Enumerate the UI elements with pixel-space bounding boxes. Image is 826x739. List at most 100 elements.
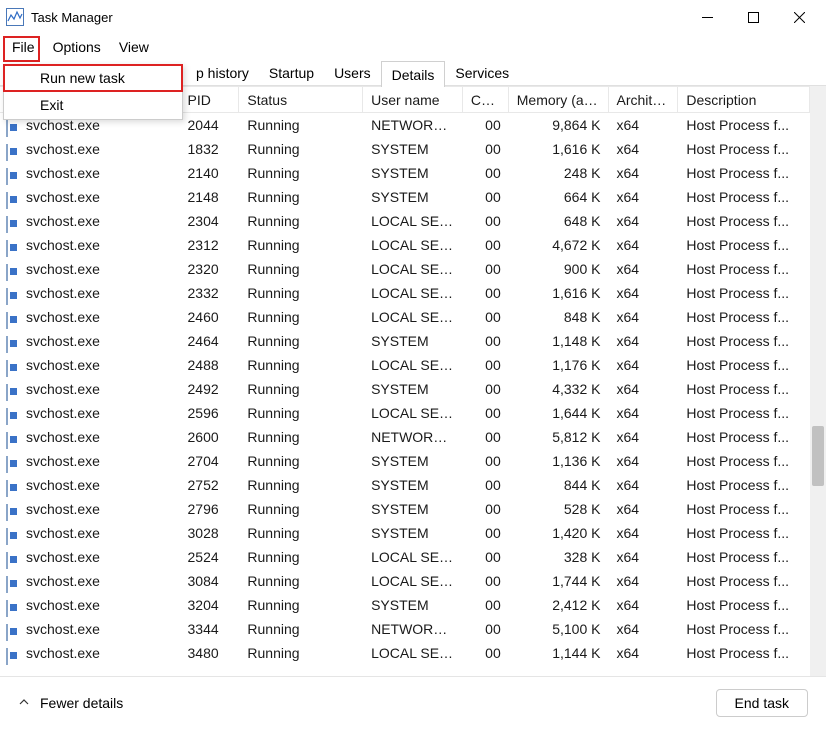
cell-status: Running <box>239 305 363 329</box>
close-button[interactable] <box>776 0 822 34</box>
table-row[interactable]: svchost.exe2332RunningLOCAL SER...001,61… <box>0 281 810 305</box>
cell-user: SYSTEM <box>363 161 463 185</box>
cell-status: Running <box>239 377 363 401</box>
cell-memory: 4,332 K <box>509 377 609 401</box>
process-name-text: svchost.exe <box>26 257 100 281</box>
table-row[interactable]: svchost.exe2600RunningNETWORK ...005,812… <box>0 425 810 449</box>
cell-name: svchost.exe <box>0 233 180 257</box>
table-row[interactable]: svchost.exe2752RunningSYSTEM00844 Kx64Ho… <box>0 473 810 497</box>
table-row[interactable]: svchost.exe2524RunningLOCAL SER...00328 … <box>0 545 810 569</box>
cell-arch: x64 <box>608 377 678 401</box>
tab-startup[interactable]: Startup <box>259 60 324 86</box>
cell-cpu: 00 <box>463 521 509 545</box>
tab-details[interactable]: Details <box>381 61 446 87</box>
col-arch[interactable]: Architec... <box>609 87 679 112</box>
table-row[interactable]: svchost.exe3084RunningLOCAL SER...001,74… <box>0 569 810 593</box>
table-row[interactable]: svchost.exe3204RunningSYSTEM002,412 Kx64… <box>0 593 810 617</box>
cell-memory: 1,144 K <box>509 641 609 665</box>
cell-desc: Host Process f... <box>678 449 810 473</box>
cell-cpu: 00 <box>463 185 509 209</box>
menubar: File Options View <box>0 34 826 60</box>
cell-user: SYSTEM <box>363 185 463 209</box>
cell-cpu: 00 <box>463 569 509 593</box>
tab-services[interactable]: Services <box>445 60 519 86</box>
fewer-details-label: Fewer details <box>40 695 123 711</box>
process-icon <box>6 453 22 469</box>
scroll-thumb[interactable] <box>812 426 824 486</box>
table-row[interactable]: svchost.exe2464RunningSYSTEM001,148 Kx64… <box>0 329 810 353</box>
cell-cpu: 00 <box>463 617 509 641</box>
cell-pid: 2704 <box>180 449 240 473</box>
process-icon <box>6 501 22 517</box>
cell-arch: x64 <box>608 233 678 257</box>
cell-desc: Host Process f... <box>678 401 810 425</box>
menu-run-new-task[interactable]: Run new task <box>4 65 182 92</box>
table-row[interactable]: svchost.exe3344RunningNETWORK ...005,100… <box>0 617 810 641</box>
cell-status: Running <box>239 281 363 305</box>
process-icon <box>6 525 22 541</box>
table-row[interactable]: svchost.exe2492RunningSYSTEM004,332 Kx64… <box>0 377 810 401</box>
table-row[interactable]: svchost.exe2488RunningLOCAL SER...001,17… <box>0 353 810 377</box>
table-row[interactable]: svchost.exe2148RunningSYSTEM00664 Kx64Ho… <box>0 185 810 209</box>
col-user[interactable]: User name <box>363 87 463 112</box>
cell-arch: x64 <box>608 617 678 641</box>
menu-exit[interactable]: Exit <box>4 92 182 119</box>
task-manager-icon <box>6 8 24 26</box>
cell-memory: 248 K <box>509 161 609 185</box>
fewer-details-toggle[interactable]: Fewer details <box>18 695 123 711</box>
process-name-text: svchost.exe <box>26 497 100 521</box>
cell-status: Running <box>239 569 363 593</box>
table-row[interactable]: svchost.exe2704RunningSYSTEM001,136 Kx64… <box>0 449 810 473</box>
table-row[interactable]: svchost.exe2304RunningLOCAL SER...00648 … <box>0 209 810 233</box>
cell-pid: 2492 <box>180 377 240 401</box>
table-row[interactable]: svchost.exe2460RunningLOCAL SER...00848 … <box>0 305 810 329</box>
cell-desc: Host Process f... <box>678 185 810 209</box>
process-name-text: svchost.exe <box>26 521 100 545</box>
table-row[interactable]: svchost.exe2596RunningLOCAL SER...001,64… <box>0 401 810 425</box>
minimize-button[interactable] <box>684 0 730 34</box>
menu-view[interactable]: View <box>110 34 158 60</box>
table-row[interactable]: svchost.exe3028RunningSYSTEM001,420 Kx64… <box>0 521 810 545</box>
col-cpu[interactable]: CPU <box>463 87 509 112</box>
cell-memory: 528 K <box>509 497 609 521</box>
cell-name: svchost.exe <box>0 305 180 329</box>
process-name-text: svchost.exe <box>26 641 100 665</box>
tab-app-history[interactable]: p history <box>186 60 259 86</box>
cell-pid: 3204 <box>180 593 240 617</box>
col-pid[interactable]: PID <box>180 87 240 112</box>
table-row[interactable]: svchost.exe2796RunningSYSTEM00528 Kx64Ho… <box>0 497 810 521</box>
cell-memory: 2,412 K <box>509 593 609 617</box>
cell-arch: x64 <box>608 113 678 137</box>
table-row[interactable]: svchost.exe2312RunningLOCAL SER...004,67… <box>0 233 810 257</box>
cell-cpu: 00 <box>463 401 509 425</box>
menu-file[interactable]: File <box>3 34 44 60</box>
vertical-scrollbar[interactable] <box>810 86 826 676</box>
col-desc[interactable]: Description <box>678 87 810 112</box>
table-row[interactable]: svchost.exe3480RunningLOCAL SER...001,14… <box>0 641 810 665</box>
maximize-button[interactable] <box>730 0 776 34</box>
cell-memory: 328 K <box>509 545 609 569</box>
col-status[interactable]: Status <box>239 87 363 112</box>
process-name-text: svchost.exe <box>26 473 100 497</box>
end-task-button[interactable]: End task <box>716 689 808 717</box>
cell-arch: x64 <box>608 281 678 305</box>
cell-desc: Host Process f... <box>678 353 810 377</box>
menu-options[interactable]: Options <box>44 34 110 60</box>
table-row[interactable]: svchost.exe1832RunningSYSTEM001,616 Kx64… <box>0 137 810 161</box>
cell-memory: 1,616 K <box>509 281 609 305</box>
tab-users[interactable]: Users <box>324 60 381 86</box>
table-row[interactable]: svchost.exe2140RunningSYSTEM00248 Kx64Ho… <box>0 161 810 185</box>
cell-desc: Host Process f... <box>678 521 810 545</box>
col-memory[interactable]: Memory (ac... <box>509 87 609 112</box>
process-icon <box>6 381 22 397</box>
cell-name: svchost.exe <box>0 185 180 209</box>
cell-desc: Host Process f... <box>678 329 810 353</box>
cell-status: Running <box>239 617 363 641</box>
cell-memory: 5,812 K <box>509 425 609 449</box>
cell-name: svchost.exe <box>0 401 180 425</box>
table-row[interactable]: svchost.exe2320RunningLOCAL SER...00900 … <box>0 257 810 281</box>
cell-name: svchost.exe <box>0 617 180 641</box>
cell-arch: x64 <box>608 521 678 545</box>
cell-user: SYSTEM <box>363 377 463 401</box>
cell-name: svchost.exe <box>0 329 180 353</box>
